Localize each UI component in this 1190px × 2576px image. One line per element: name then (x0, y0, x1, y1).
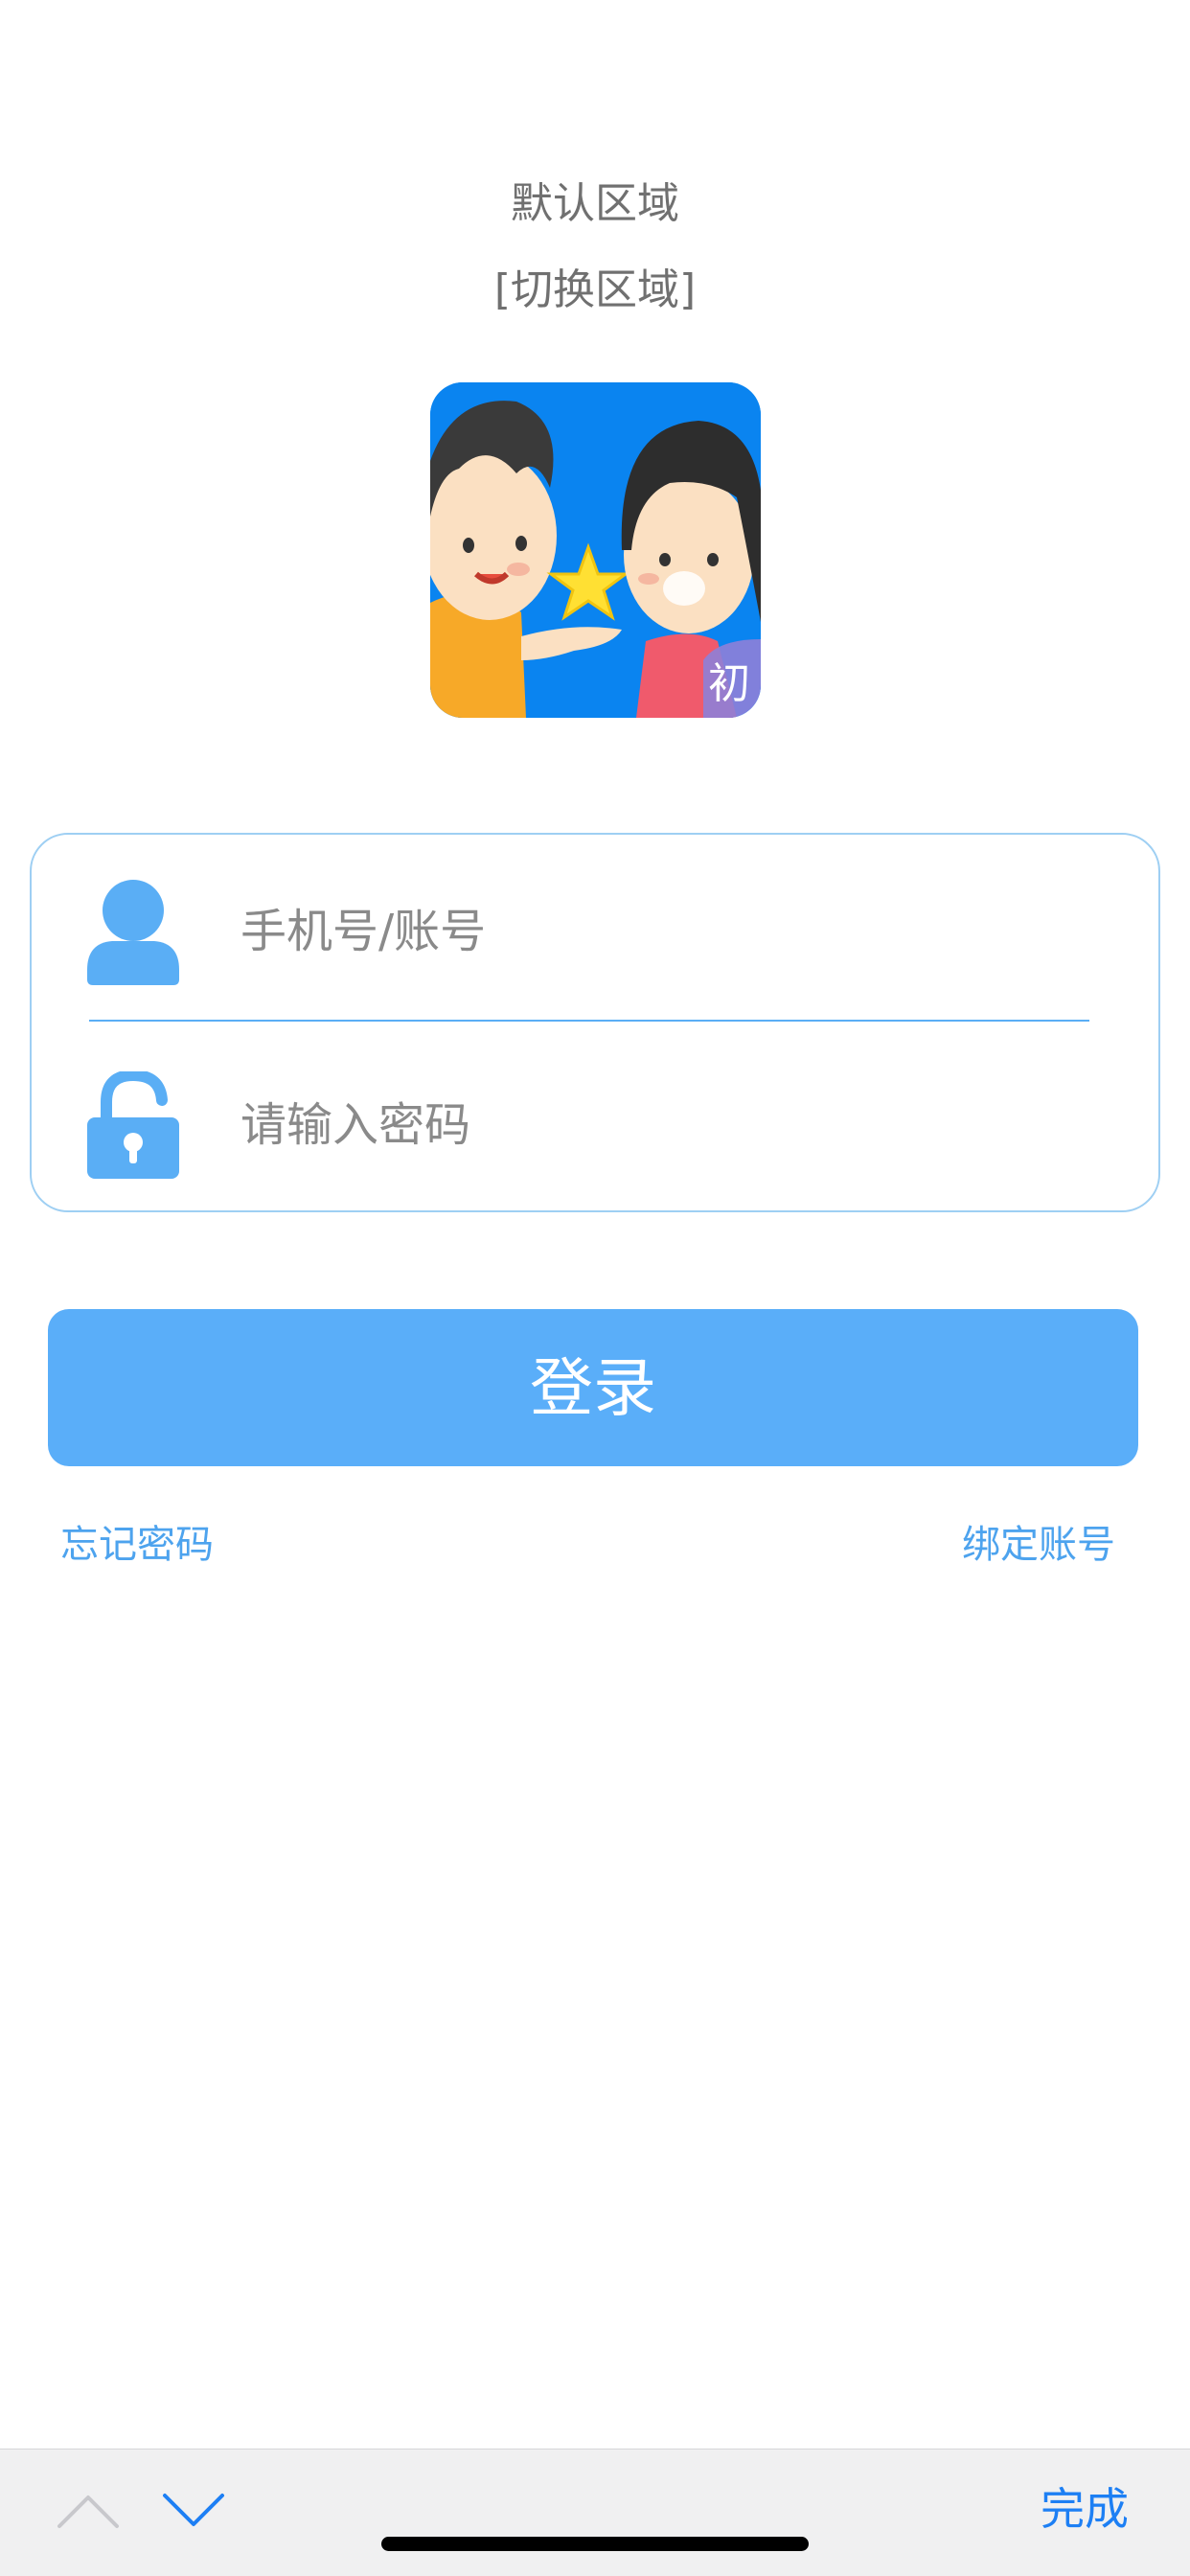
chevron-up-icon[interactable] (54, 2488, 123, 2532)
password-row (32, 1047, 1158, 1201)
forgot-password-link[interactable]: 忘记密码 (60, 1516, 214, 1574)
username-row (32, 854, 1158, 1007)
unlock-icon (87, 1071, 179, 1179)
switch-region-link[interactable]: [切换区域] (0, 262, 1190, 319)
done-button[interactable]: 完成 (1041, 2480, 1129, 2538)
login-button[interactable]: 登录 (48, 1309, 1138, 1466)
logo-badge-text: 初 (708, 659, 750, 708)
username-input[interactable] (239, 892, 1066, 971)
region-label: 默认区域 (511, 179, 679, 228)
login-form (30, 833, 1160, 1212)
field-divider (89, 1020, 1089, 1022)
bind-account-link[interactable]: 绑定账号 (962, 1516, 1115, 1574)
password-input[interactable] (239, 1086, 1066, 1164)
user-icon (87, 880, 179, 985)
home-indicator[interactable] (381, 2537, 809, 2551)
app-logo: 初 (430, 382, 761, 718)
chevron-down-icon[interactable] (159, 2488, 228, 2532)
keyboard-toolbar: 完成 (0, 2449, 1190, 2576)
login-screen: 默认区域 [切换区域] 初 手机号/账号 登录 忘记密码 绑定账号 完成 (0, 0, 1190, 2576)
